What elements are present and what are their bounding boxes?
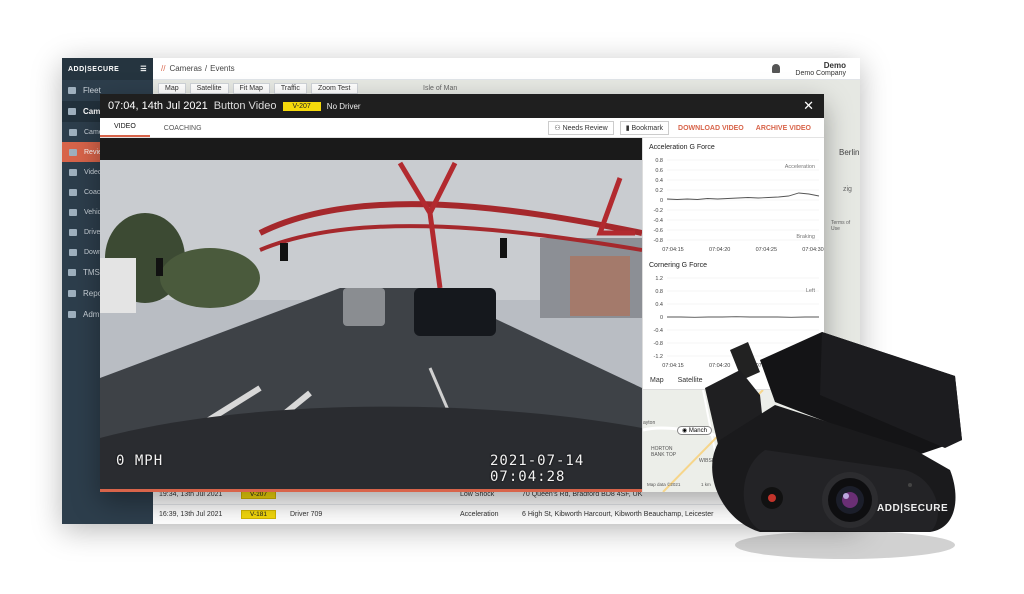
marketing-composite: ADD|SECURE ☰ Fleet Cameras Cameras Revie… bbox=[0, 0, 1024, 594]
dashcam-device-image bbox=[705, 332, 962, 559]
device-brand-logo: ADD|SECURE bbox=[877, 503, 949, 514]
